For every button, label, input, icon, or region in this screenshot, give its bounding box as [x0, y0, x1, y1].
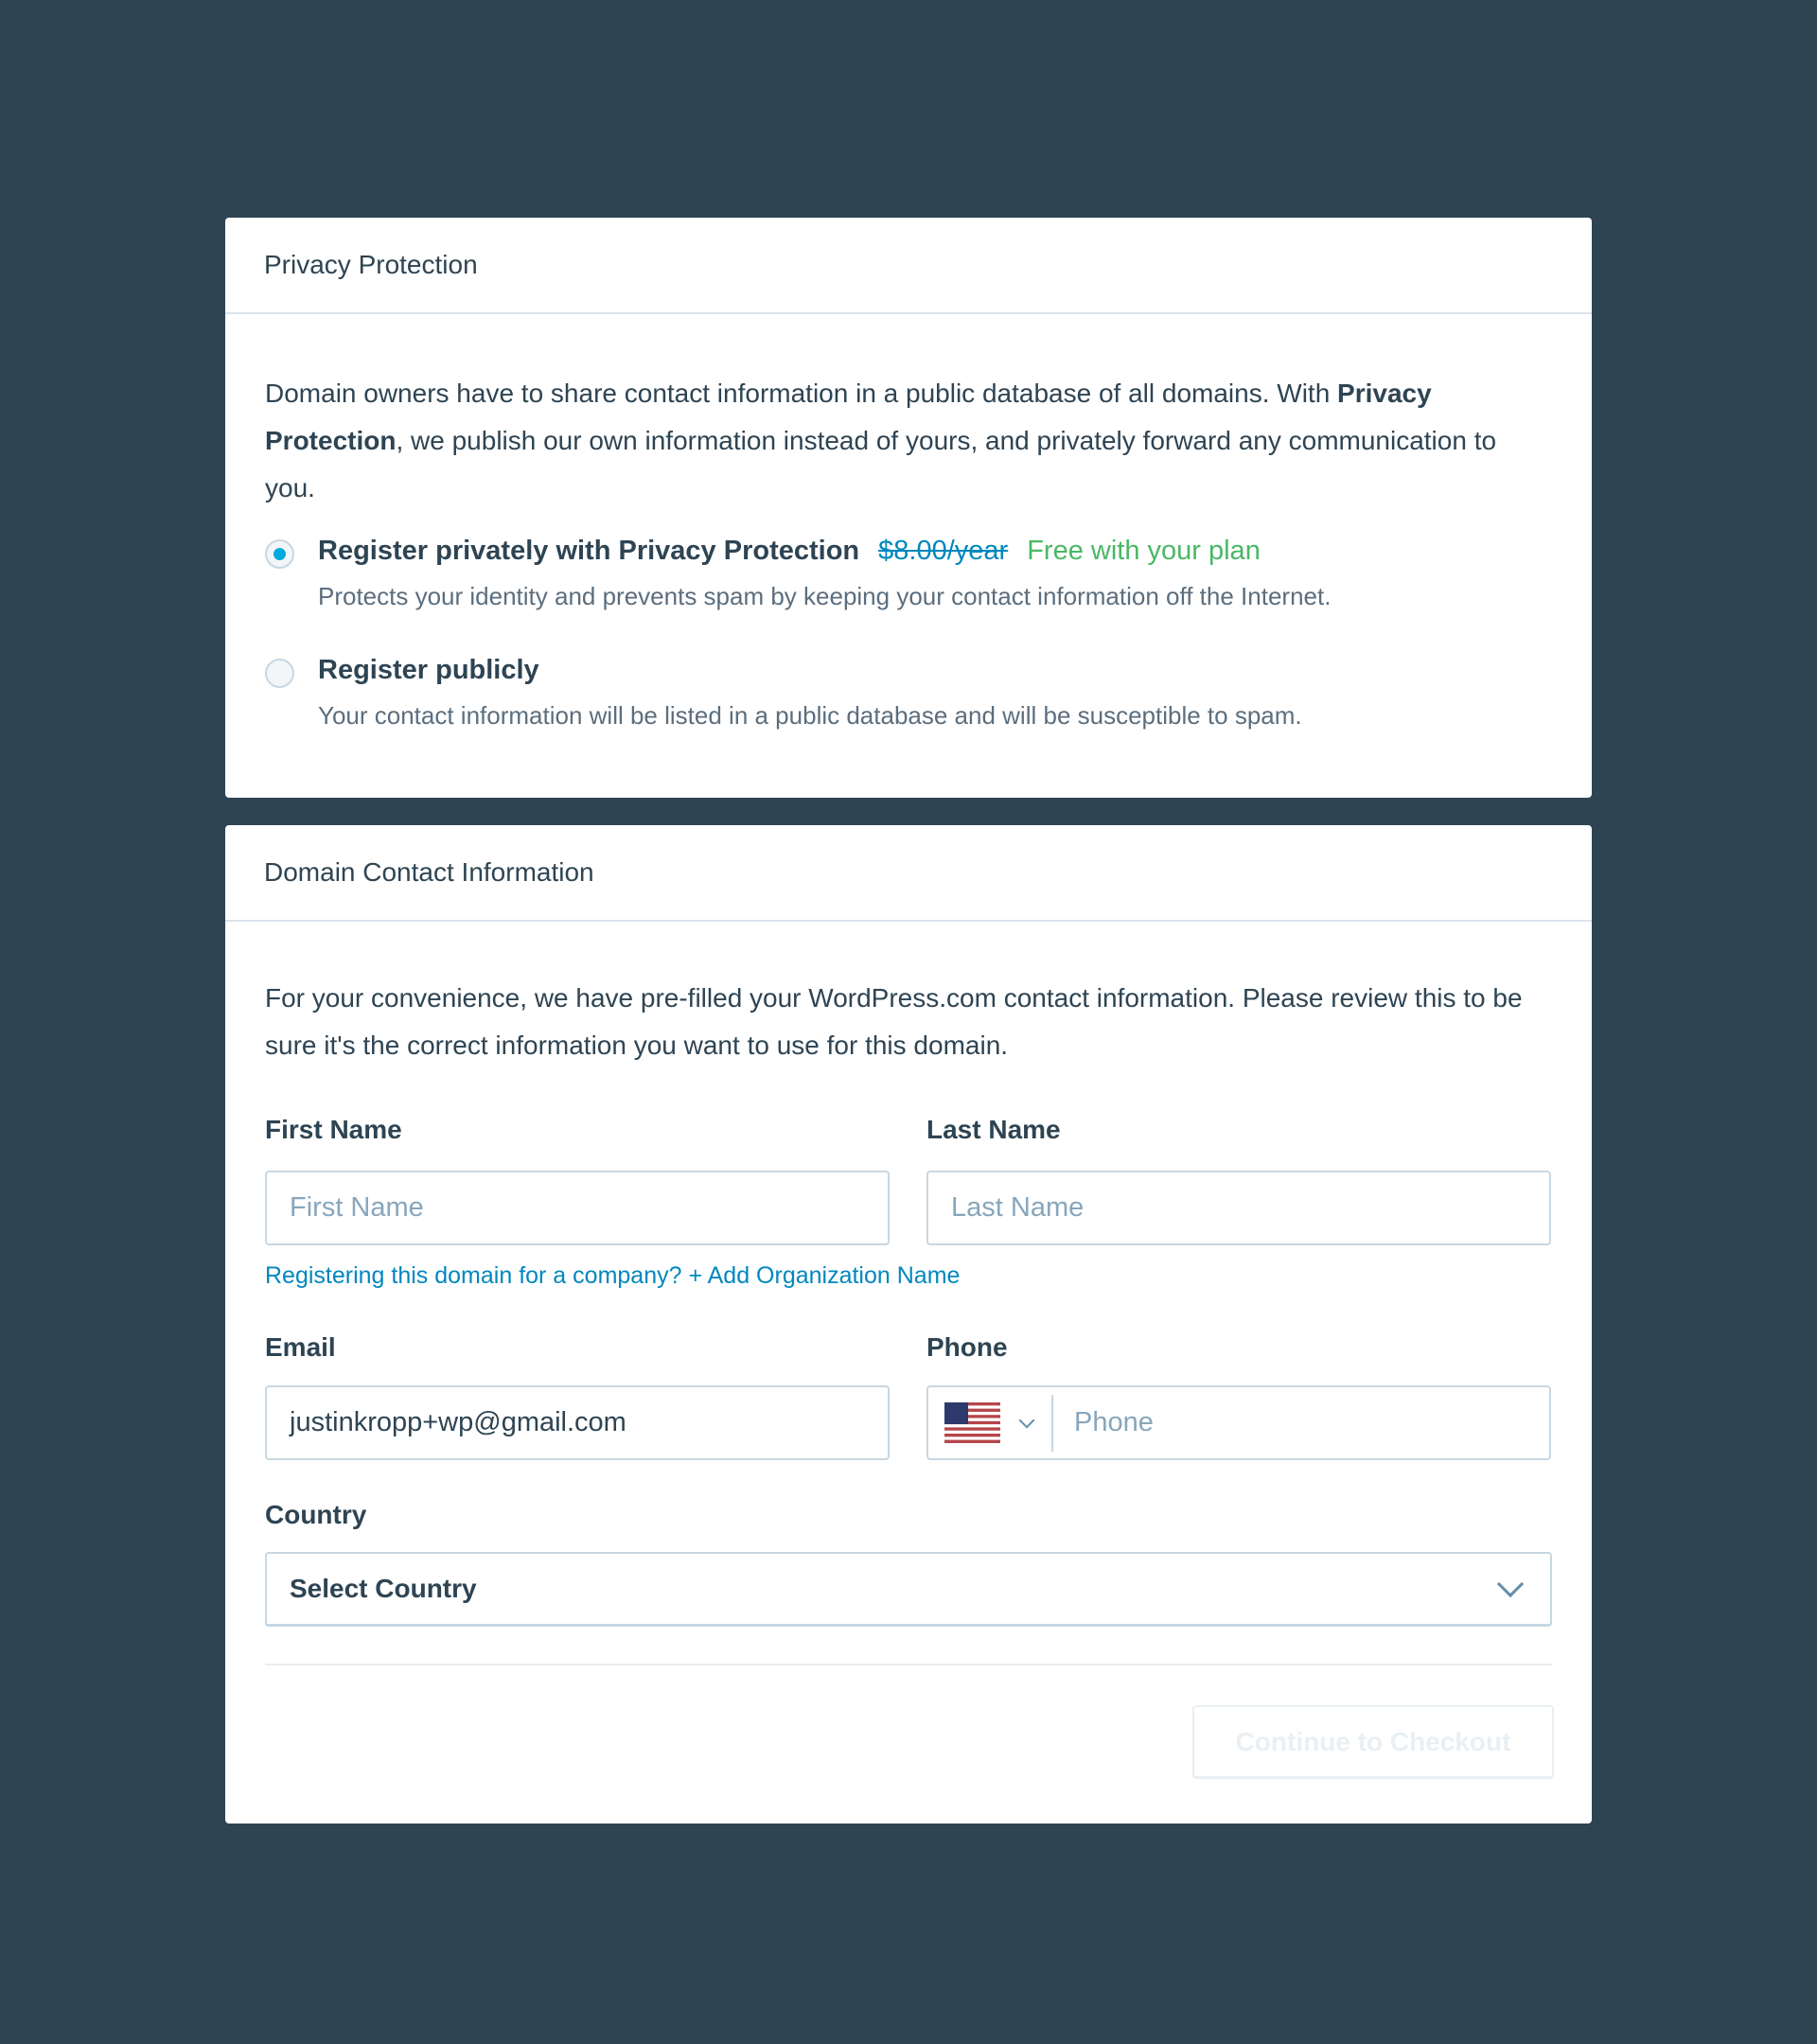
country-code-select[interactable]	[928, 1394, 1053, 1452]
option-private-title[interactable]: Register privately with Privacy Protecti…	[318, 536, 1261, 567]
placeholder: Last Name	[951, 1192, 1085, 1223]
placeholder: First Name	[290, 1192, 424, 1223]
privacy-protection-card: Privacy Protection Domain owners have to…	[225, 218, 1592, 798]
chevron-down-icon	[1496, 1570, 1525, 1598]
intro-text: Domain owners have to share contact info…	[265, 379, 1338, 408]
email-value: justinkropp+wp@gmail.com	[290, 1407, 626, 1437]
option-label: Register privately with Privacy Protecti…	[318, 536, 860, 566]
add-organization-link[interactable]: Registering this domain for a company? +…	[265, 1262, 960, 1290]
country-value: Select Country	[290, 1574, 477, 1603]
country-label: Country	[265, 1500, 367, 1529]
email-input[interactable]: justinkropp+wp@gmail.com	[265, 1385, 890, 1460]
card-title: Domain Contact Information	[225, 825, 1592, 922]
last-name-label: Last Name	[926, 1115, 1061, 1144]
us-flag-icon	[944, 1402, 1000, 1443]
last-name-input[interactable]: Last Name	[926, 1171, 1551, 1245]
email-label: Email	[265, 1332, 336, 1362]
option-public-desc: Your contact information will be listed …	[318, 701, 1302, 730]
old-price: $8.00/year	[878, 536, 1009, 566]
chevron-down-icon	[1018, 1412, 1035, 1428]
option-private-desc: Protects your identity and prevents spam…	[318, 582, 1332, 610]
phone-placeholder: Phone	[1074, 1407, 1154, 1437]
contact-intro: For your convenience, we have pre-filled…	[265, 983, 1523, 1060]
option-public-title[interactable]: Register publicly	[318, 655, 539, 686]
continue-to-checkout-button[interactable]: Continue to Checkout	[1192, 1705, 1554, 1779]
phone-field[interactable]: Phone	[926, 1385, 1551, 1460]
privacy-intro: Domain owners have to share contact info…	[265, 370, 1535, 512]
intro-text: , we publish our own information instead…	[265, 426, 1497, 502]
divider	[265, 1664, 1552, 1665]
phone-label: Phone	[926, 1332, 1008, 1362]
domain-contact-card: Domain Contact Information For your conv…	[225, 825, 1592, 1824]
card-title: Privacy Protection	[225, 218, 1592, 314]
option-label: Register publicly	[318, 655, 539, 685]
country-select[interactable]: Select Country	[265, 1552, 1552, 1627]
first-name-input[interactable]: First Name	[265, 1171, 890, 1245]
promo-text: Free with your plan	[1027, 536, 1261, 566]
radio-register-publicly[interactable]	[265, 659, 294, 688]
first-name-label: First Name	[265, 1115, 402, 1144]
radio-register-privately[interactable]	[265, 539, 294, 569]
